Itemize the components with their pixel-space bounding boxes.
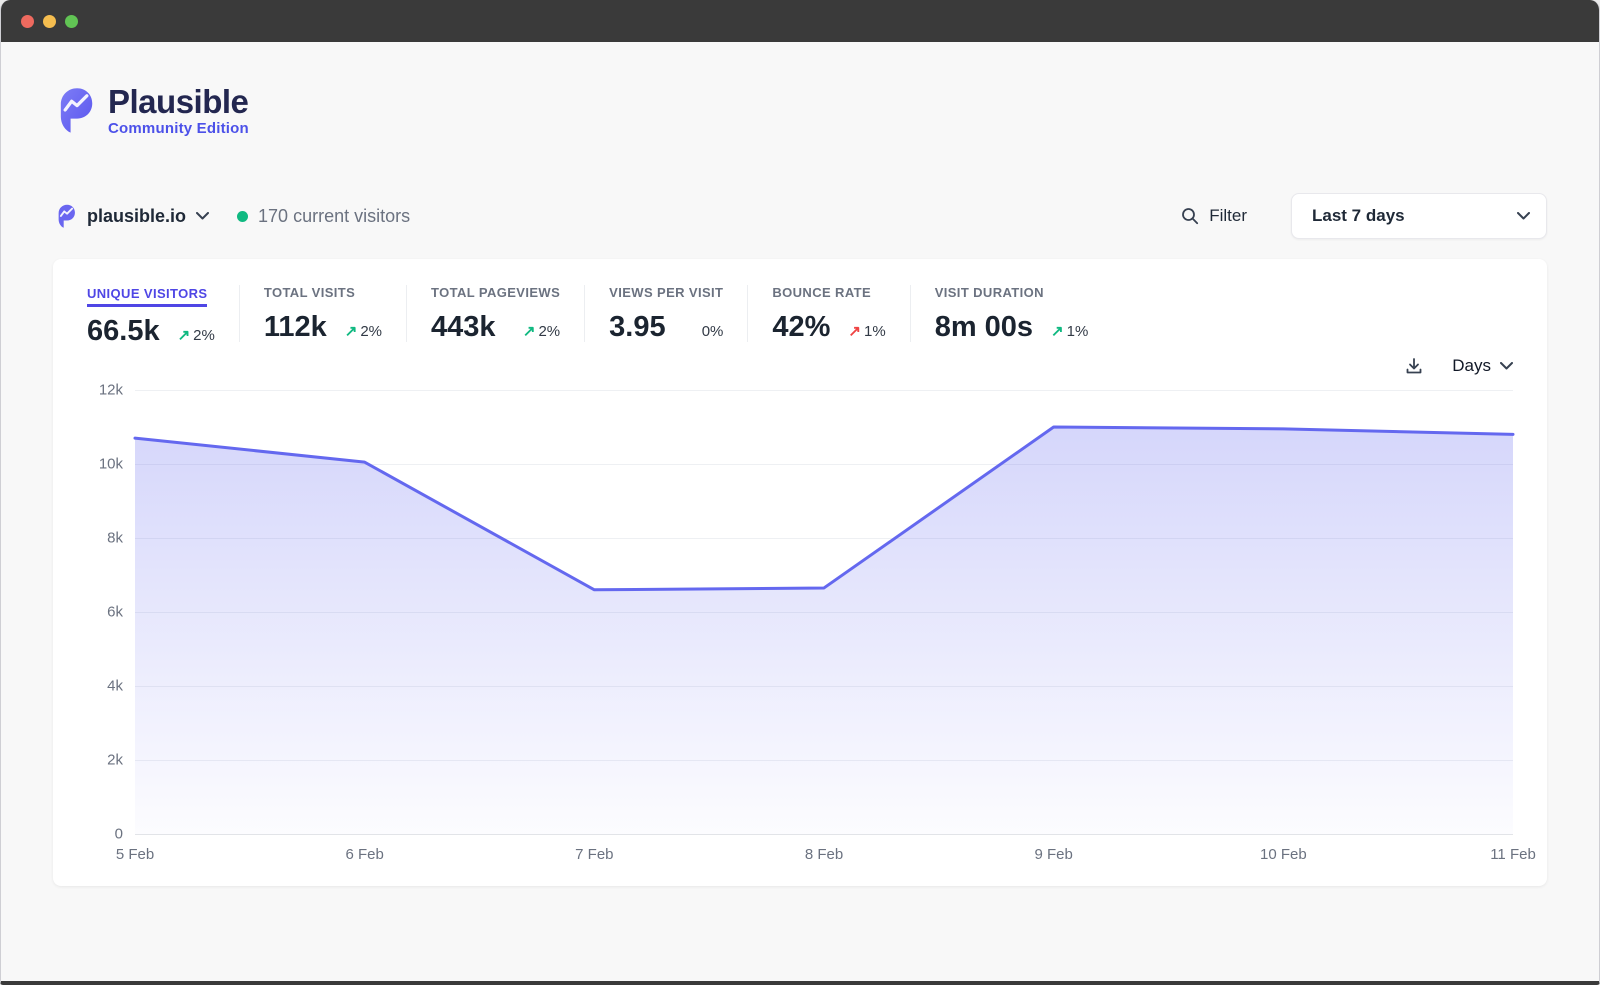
filter-label: Filter: [1209, 206, 1247, 226]
metric-value: 8m 00s: [935, 313, 1033, 342]
y-axis-tick: 0: [115, 826, 123, 843]
interval-select[interactable]: Days: [1452, 356, 1513, 376]
current-visitors[interactable]: 170 current visitors: [237, 206, 410, 227]
app-window: Plausible Community Edition plausible.io: [0, 0, 1600, 985]
plausible-brand: Plausible Community Edition: [56, 85, 1599, 137]
metric-total-pageviews[interactable]: TOTAL PAGEVIEWS 443k ↗2%: [406, 285, 584, 342]
metric-value: 443k: [431, 313, 496, 342]
y-axis: 12k10k8k6k4k2k0: [87, 390, 135, 834]
metric-views-per-visit[interactable]: VIEWS PER VISIT 3.95 0%: [584, 285, 747, 342]
trend-up-icon: ↗: [345, 323, 358, 340]
date-range-select[interactable]: Last 7 days: [1291, 193, 1547, 239]
x-axis-tick: 8 Feb: [805, 846, 843, 863]
site-selector[interactable]: plausible.io: [56, 203, 209, 230]
dashboard-page: Plausible Community Edition plausible.io: [1, 42, 1599, 981]
brand-edition: Community Edition: [108, 120, 249, 137]
metric-change: ↗2%: [345, 322, 382, 340]
current-visitors-label: 170 current visitors: [258, 206, 410, 227]
dashboard-controls: plausible.io 170 current visitors Filter…: [56, 193, 1547, 239]
metric-value: 112k: [264, 313, 327, 342]
x-axis-tick: 7 Feb: [575, 846, 613, 863]
filter-button[interactable]: Filter: [1181, 206, 1247, 226]
trend-up-icon: ↗: [848, 323, 861, 340]
trend-up-icon: ↗: [178, 327, 191, 344]
close-window-button[interactable]: [21, 15, 34, 28]
export-button[interactable]: [1404, 356, 1424, 376]
metric-unique-visitors[interactable]: UNIQUE VISITORS 66.5k ↗2%: [87, 285, 239, 346]
live-indicator-dot: [237, 211, 248, 222]
download-icon: [1404, 356, 1424, 376]
x-axis-tick: 5 Feb: [116, 846, 154, 863]
brand-name: Plausible: [108, 85, 249, 120]
metric-change: 0%: [699, 323, 724, 340]
maximize-window-button[interactable]: [65, 15, 78, 28]
y-axis-tick: 10k: [99, 455, 123, 472]
metric-change: ↗2%: [523, 322, 560, 340]
y-axis-tick: 2k: [107, 752, 123, 769]
search-icon: [1181, 207, 1199, 225]
chart-plot-area[interactable]: [135, 390, 1513, 834]
x-axis-tick: 9 Feb: [1034, 846, 1072, 863]
site-domain: plausible.io: [87, 206, 186, 227]
metric-visit-duration[interactable]: VISIT DURATION 8m 00s ↗1%: [910, 285, 1113, 342]
metric-total-visits[interactable]: TOTAL VISITS 112k ↗2%: [239, 285, 406, 342]
metric-change: ↗1%: [1051, 322, 1088, 340]
trend-up-icon: ↗: [523, 323, 536, 340]
plausible-logo-icon: [56, 85, 96, 137]
y-axis-tick: 4k: [107, 677, 123, 694]
window-titlebar: [1, 0, 1599, 42]
metric-value: 66.5k: [87, 317, 160, 346]
visitors-trend-line: [135, 390, 1513, 834]
y-axis-tick: 12k: [99, 382, 123, 399]
interval-value: Days: [1452, 356, 1491, 376]
x-axis: 5 Feb6 Feb7 Feb8 Feb9 Feb10 Feb11 Feb: [135, 846, 1513, 870]
chevron-down-icon: [196, 212, 209, 220]
y-axis-tick: 8k: [107, 529, 123, 546]
chevron-down-icon: [1517, 212, 1530, 220]
x-axis-tick: 10 Feb: [1260, 846, 1307, 863]
metric-value: 42%: [772, 313, 830, 342]
x-axis-tick: 6 Feb: [345, 846, 383, 863]
metrics-row: UNIQUE VISITORS 66.5k ↗2% TOTAL VISITS 1…: [87, 285, 1513, 346]
metric-value: 3.95: [609, 313, 665, 342]
chevron-down-icon: [1500, 362, 1513, 370]
trend-up-icon: ↗: [1051, 323, 1064, 340]
analytics-card: UNIQUE VISITORS 66.5k ↗2% TOTAL VISITS 1…: [53, 259, 1547, 886]
metric-change: ↗1%: [848, 322, 885, 340]
date-range-value: Last 7 days: [1312, 206, 1405, 226]
minimize-window-button[interactable]: [43, 15, 56, 28]
x-axis-tick: 11 Feb: [1490, 846, 1536, 863]
metric-bounce-rate[interactable]: BOUNCE RATE 42% ↗1%: [747, 285, 909, 342]
y-axis-tick: 6k: [107, 604, 123, 621]
visitors-chart[interactable]: 12k10k8k6k4k2k0: [87, 390, 1513, 834]
metric-change: ↗2%: [178, 326, 215, 344]
chart-controls: Days: [87, 356, 1513, 376]
site-favicon: [56, 203, 77, 230]
